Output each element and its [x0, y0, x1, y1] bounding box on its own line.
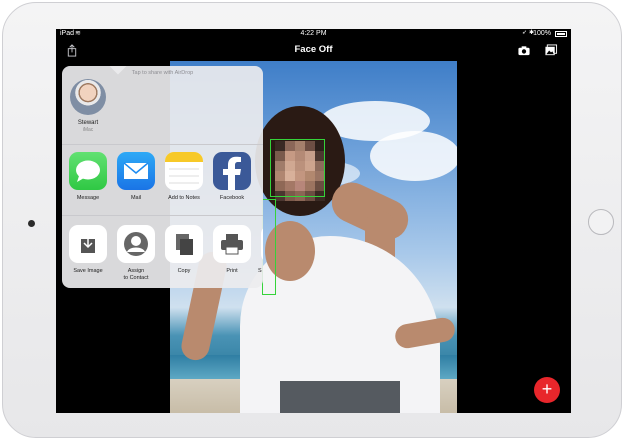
screen: iPad ≋ 4:22 PM ➶ ✱ 100% Face Off + Tap t… — [56, 29, 571, 413]
action-copy[interactable]: Copy — [162, 225, 206, 275]
add-button[interactable]: + — [534, 377, 560, 403]
contact-name: Stewart — [77, 120, 99, 126]
share-app-message[interactable]: Message — [66, 152, 110, 202]
copy-icon — [165, 225, 203, 263]
airdrop-hint: Tap to share with AirDrop — [131, 70, 194, 76]
contact-device: iMac — [82, 127, 94, 133]
action-label: S — [258, 268, 262, 274]
app-label: Add to Notes — [168, 195, 200, 201]
action-slideshow[interactable]: S — [258, 225, 263, 275]
face-detection-box[interactable] — [270, 139, 325, 197]
share-sheet: Tap to share with AirDrop Stewart iMac M… — [62, 66, 263, 288]
share-app-notes[interactable]: Add to Notes — [162, 152, 206, 202]
avatar — [70, 79, 106, 115]
app-label: Message — [76, 195, 100, 201]
app-label: Mail — [130, 195, 142, 201]
status-time: 4:22 PM — [300, 30, 327, 37]
location-icon: ➶ — [521, 30, 527, 36]
messages-icon — [69, 152, 107, 190]
save-image-icon — [69, 225, 107, 263]
action-label: Copy — [177, 268, 191, 274]
action-save-image[interactable]: Save Image — [66, 225, 110, 275]
status-bar: iPad ≋ 4:22 PM ➶ ✱ 100% — [56, 29, 571, 40]
app-label: Facebook — [219, 195, 245, 201]
slideshow-icon — [261, 225, 263, 263]
contact-icon — [117, 225, 155, 263]
print-icon — [213, 225, 251, 263]
notes-icon — [165, 152, 203, 190]
face-detection-box[interactable] — [262, 199, 276, 295]
battery-percent: 100% — [533, 30, 551, 37]
home-button[interactable] — [588, 209, 614, 235]
action-print[interactable]: Print — [210, 225, 254, 275]
share-app-facebook[interactable]: Facebook — [210, 152, 254, 202]
nav-bar: Face Off — [56, 41, 571, 61]
camera-icon[interactable] — [517, 44, 531, 57]
action-assign-contact[interactable]: Assign to Contact — [114, 225, 158, 281]
page-title: Face Off — [294, 44, 333, 55]
divider — [62, 215, 263, 216]
share-app-mail[interactable]: Mail — [114, 152, 158, 202]
airdrop-contact[interactable]: Stewart iMac — [68, 79, 108, 133]
gallery-icon[interactable] — [544, 44, 558, 57]
battery-icon — [555, 31, 567, 37]
cloud — [370, 131, 457, 181]
shorts — [280, 381, 400, 413]
action-label: Print — [226, 268, 238, 274]
mail-icon — [117, 152, 155, 190]
facebook-icon — [213, 152, 251, 190]
front-camera — [28, 220, 35, 227]
action-label: Save Image — [73, 268, 103, 274]
action-label: Assign to Contact — [123, 268, 149, 281]
divider — [62, 144, 263, 145]
